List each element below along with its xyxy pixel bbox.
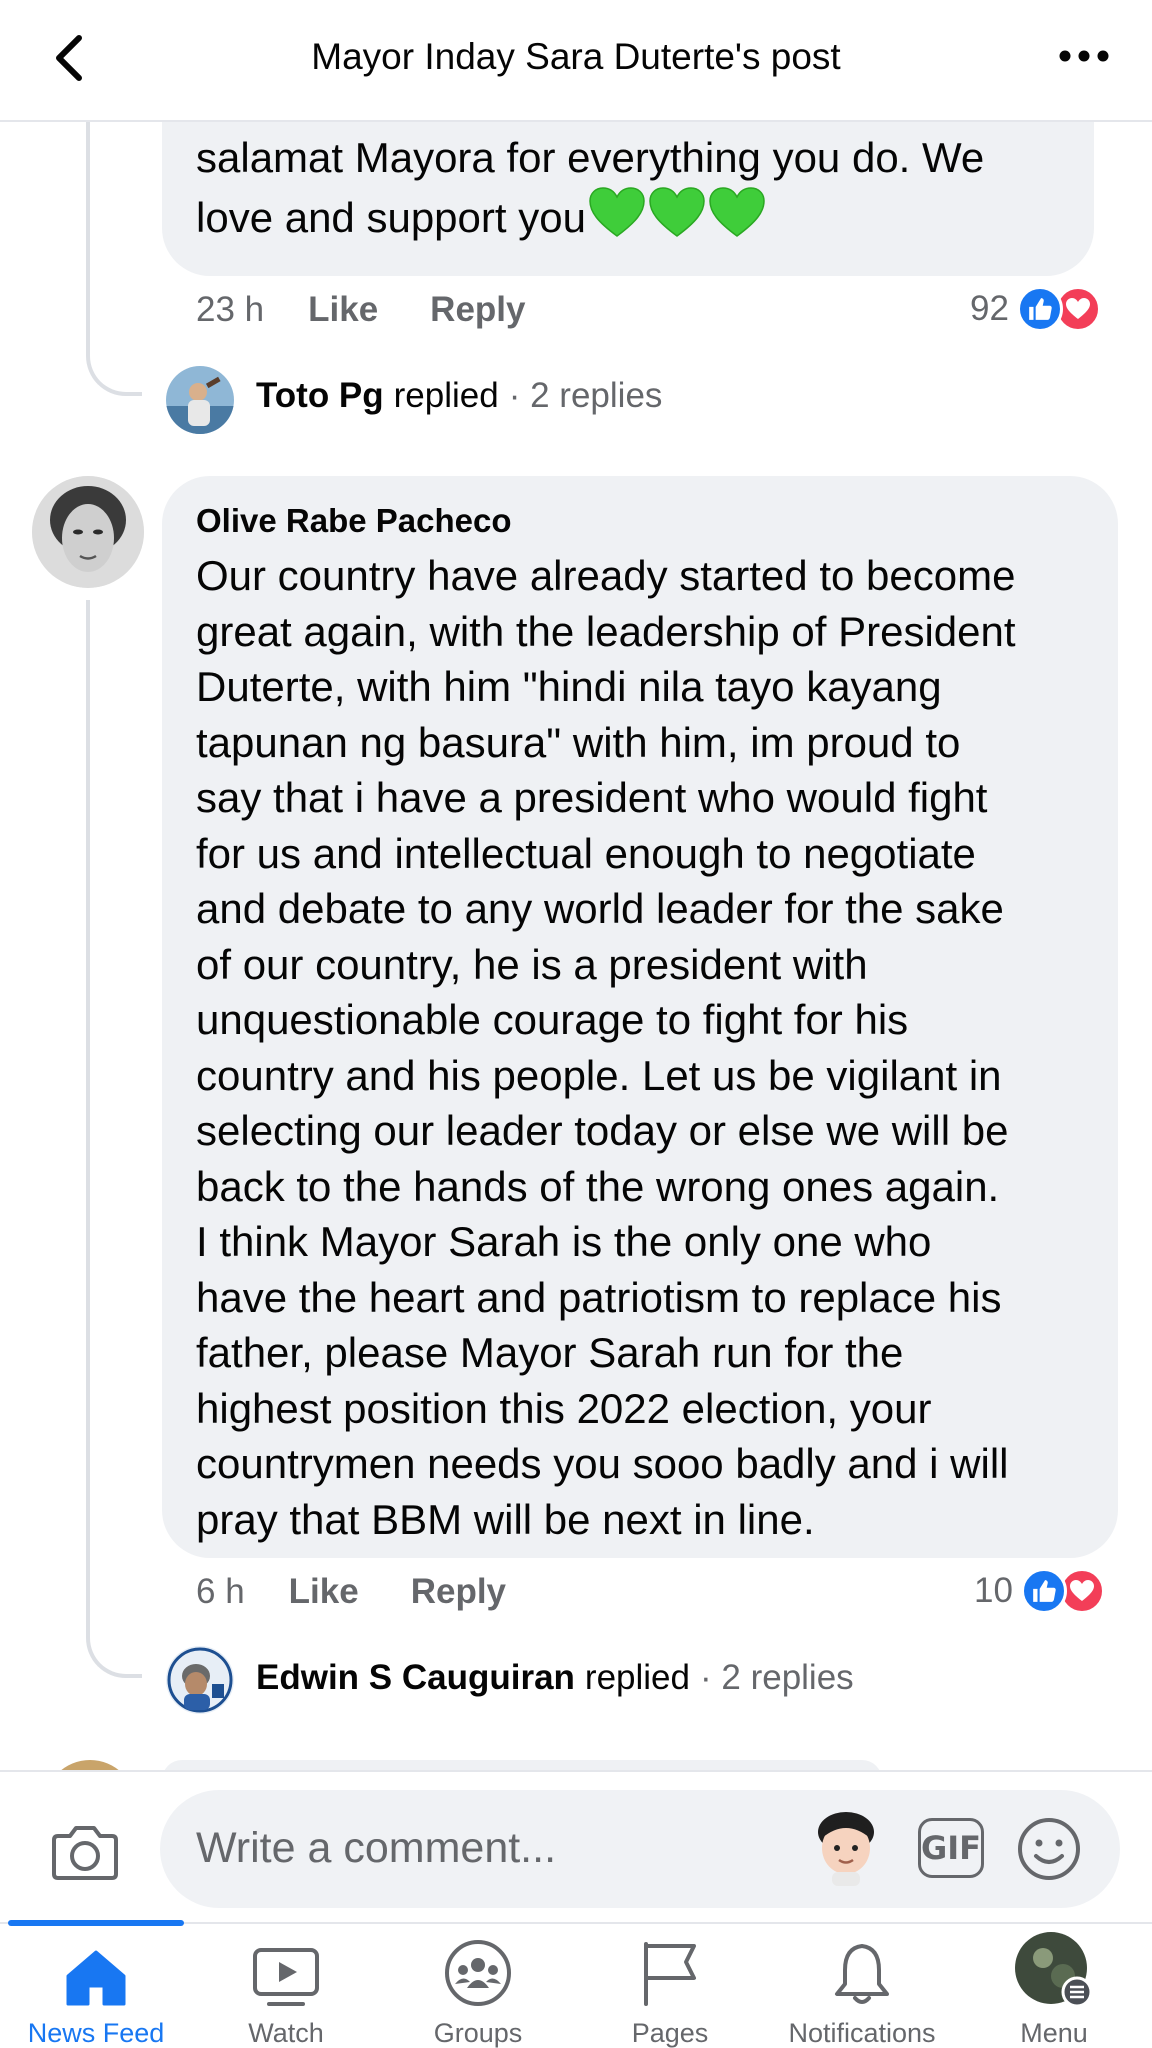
avatar[interactable] [32, 476, 144, 588]
tab-label: Notifications [788, 2018, 936, 2048]
tab-notifications[interactable]: Notifications [766, 1924, 958, 2048]
reaction-count: 92 [970, 289, 1009, 328]
thread-line [86, 600, 142, 1678]
page-title: Mayor Inday Sara Duterte's post [311, 36, 841, 77]
tab-pages[interactable]: Pages [574, 1924, 766, 2048]
comment-text: salamat Mayora for everything you do. We [196, 134, 985, 181]
comment-text-line: love and support you [196, 193, 586, 241]
comment-text-line: Duterte, with him "hindi nila tayo kayan… [196, 663, 942, 710]
replies-summary[interactable]: Edwin S Cauguiran replied · 2 replies [256, 1658, 854, 1698]
gif-button[interactable]: GIF [918, 1818, 984, 1878]
comment-text-line: of our country, he is a president with [196, 940, 868, 988]
bottom-navigation: News Feed Watch Groups Pages Notificatio… [0, 1920, 1152, 2048]
comment-composer: Write a comment... GIF [0, 1770, 1152, 1922]
replies-count: · 2 replies [700, 1658, 854, 1697]
comment-time: 23 h [196, 290, 265, 329]
menu-icon [1015, 1932, 1093, 2008]
camera-icon [52, 1826, 118, 1880]
camera-button[interactable] [50, 1822, 120, 1887]
comment-text-line: back to the hands of the wrong ones agai… [196, 1162, 1000, 1210]
like-reaction-icon [1020, 1568, 1067, 1614]
comment-text-line: father, please Mayor Sarah run for the [196, 1329, 904, 1376]
reply-button[interactable]: Reply [430, 290, 525, 330]
tab-label: Menu [1020, 2018, 1088, 2048]
like-reaction-icon [1016, 286, 1063, 332]
tab-label: Pages [631, 2018, 709, 2048]
comment-text-line: unquestionable courage to fight for his [196, 996, 909, 1043]
smiley-icon [1018, 1818, 1080, 1880]
green-heart-icon [588, 186, 646, 252]
comment-bubble[interactable]: Olive Rabe Pacheco Our country have alre… [162, 476, 1118, 1558]
tab-label: Groups [433, 2018, 523, 2048]
comment-text-line: tapunan ng basura" with him, im proud to [196, 718, 961, 766]
green-heart-icon [708, 186, 766, 252]
comment-input[interactable]: Write a comment... GIF [160, 1790, 1120, 1908]
tab-watch[interactable]: Watch [190, 1924, 382, 2048]
comment-text-line: I think Mayor Sarah is the only one who [196, 1218, 932, 1265]
comment-actions: 6 h Like Reply [196, 1572, 558, 1612]
reaction-count: 10 [974, 1571, 1013, 1610]
comment-text-line: for us and intellectual enough to negoti… [196, 829, 976, 877]
comment-text-line: highest position this 2022 election, you… [196, 1384, 932, 1432]
reaction-summary[interactable]: 92 [970, 286, 1101, 332]
home-icon [66, 1950, 126, 2006]
tab-groups[interactable]: Groups [382, 1924, 574, 2048]
avatar-sticker-icon [818, 1812, 874, 1886]
comment-input-placeholder: Write a comment... [196, 1824, 557, 1872]
comment-author: Olive Rabe Pacheco [196, 502, 512, 539]
comment-text: Our country have already started to beco… [196, 548, 1016, 1547]
avatar[interactable] [166, 366, 234, 434]
comment-text-line: countrymen needs you sooo badly and i wi… [196, 1440, 1009, 1487]
comment-text: love and support you [196, 186, 984, 252]
avatar-sticker-button[interactable] [810, 1810, 882, 1888]
like-button[interactable]: Like [289, 1572, 359, 1612]
comment-actions: 23 h Like Reply [196, 290, 577, 330]
bell-icon [835, 1944, 889, 2004]
flag-icon [644, 1942, 696, 2006]
tab-label: Watch [248, 2018, 324, 2048]
more-options-button[interactable] [1054, 36, 1114, 76]
emoji-button[interactable] [1016, 1816, 1082, 1887]
reply-author: Edwin S Cauguiran [256, 1658, 575, 1697]
tab-menu[interactable]: Menu [958, 1924, 1150, 2048]
replied-label: replied [393, 376, 499, 415]
replies-count: · 2 replies [508, 376, 663, 415]
comment-text-line: selecting our leader today or else we wi… [196, 1107, 1009, 1154]
top-bar: Mayor Inday Sara Duterte's post [0, 0, 1152, 122]
reply-button[interactable]: Reply [411, 1572, 506, 1612]
groups-icon [445, 1940, 511, 2006]
replied-label: replied [584, 1658, 690, 1697]
comment-text-line: and debate to any world leader for the s… [196, 885, 1004, 932]
replies-summary[interactable]: Toto Pg replied · 2 replies [256, 376, 662, 416]
comment-text-line: Our country have already started to beco… [196, 552, 1016, 599]
more-icon [1059, 50, 1109, 62]
comment-text-line: pray that BBM will be next in line. [196, 1495, 815, 1543]
reply-author: Toto Pg [256, 376, 384, 415]
reaction-summary[interactable]: 10 [974, 1568, 1105, 1614]
comment-time: 6 h [196, 1572, 245, 1611]
comment-text-line: have the heart and patriotism to replace… [196, 1273, 1002, 1321]
green-heart-icon [648, 186, 706, 252]
tab-label: News Feed [27, 2018, 165, 2048]
comment-text-line: great again, with the leadership of Pres… [196, 607, 1016, 655]
avatar[interactable] [166, 1646, 234, 1714]
thread-line [86, 122, 142, 396]
like-button[interactable]: Like [308, 290, 378, 330]
tab-news-feed[interactable]: News Feed [0, 1924, 192, 2048]
comment-text-line: country and his people. Let us be vigila… [196, 1051, 1002, 1099]
comment-text-line: say that i have a president who would fi… [196, 774, 988, 821]
watch-icon [253, 1948, 319, 2006]
